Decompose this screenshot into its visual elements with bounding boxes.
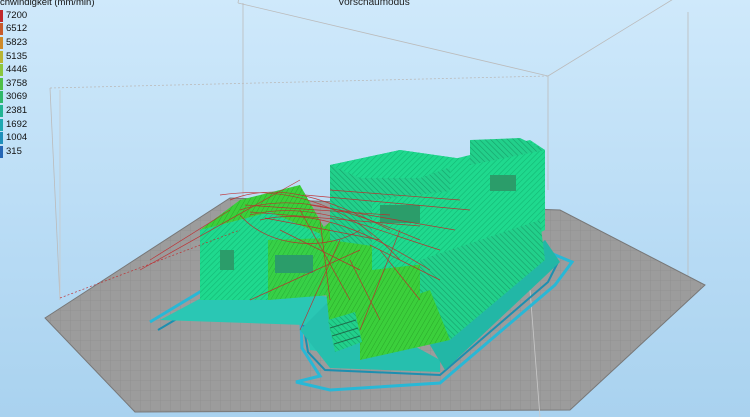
preview-mode-title: Vorschaumodus [338, 0, 410, 8]
legend-item: 5135 [0, 50, 95, 64]
legend-color-swatch [0, 64, 3, 77]
legend-value: 3758 [6, 77, 28, 89]
legend-title: chwindigkeit (mm/min) [0, 0, 95, 8]
legend-color-swatch [0, 77, 3, 90]
legend-value: 5135 [6, 50, 28, 62]
legend-color-swatch [0, 132, 3, 145]
legend-color-swatch [0, 36, 3, 49]
legend-value: 315 [6, 145, 22, 157]
speed-legend: chwindigkeit (mm/min) 7200 6512 5823 513… [0, 0, 95, 159]
legend-color-swatch [0, 9, 3, 22]
legend-item: 1692 [0, 118, 95, 132]
legend-color-swatch [0, 104, 3, 117]
legend-item: 6512 [0, 23, 95, 37]
legend-color-swatch [0, 50, 3, 63]
legend-color-swatch [0, 91, 3, 104]
legend-value: 7200 [6, 9, 28, 21]
legend-item: 3758 [0, 77, 95, 91]
legend-color-swatch [0, 23, 3, 36]
3d-preview-scene[interactable] [0, 0, 750, 417]
legend-item: 7200 [0, 9, 95, 23]
legend-value: 1692 [6, 118, 28, 130]
legend-item: 2381 [0, 104, 95, 118]
legend-color-swatch [0, 118, 3, 131]
legend-value: 4446 [6, 64, 28, 76]
legend-item: 315 [0, 145, 95, 159]
legend-value: 3069 [6, 91, 28, 103]
legend-value: 6512 [6, 23, 28, 35]
legend-item: 3069 [0, 91, 95, 105]
legend-color-swatch [0, 145, 3, 158]
legend-value: 5823 [6, 36, 28, 48]
legend-item: 1004 [0, 131, 95, 145]
legend-item: 5823 [0, 36, 95, 50]
legend-value: 1004 [6, 132, 28, 144]
legend-value: 2381 [6, 104, 28, 116]
legend-item: 4446 [0, 63, 95, 77]
preview-viewport[interactable]: Vorschaumodus chwindigkeit (mm/min) 7200… [0, 0, 750, 417]
